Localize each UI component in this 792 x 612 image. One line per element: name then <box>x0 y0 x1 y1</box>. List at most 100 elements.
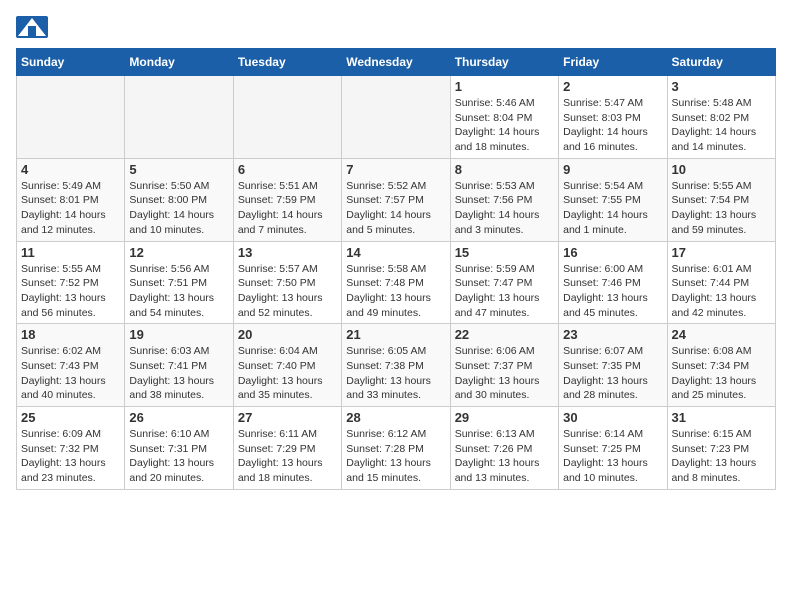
sunset-text: Sunset: 7:35 PM <box>563 359 662 374</box>
day-number: 2 <box>563 79 662 94</box>
daylight-text: Daylight: 13 hours and 54 minutes. <box>129 291 228 320</box>
sunset-text: Sunset: 7:26 PM <box>455 442 554 457</box>
sunset-text: Sunset: 7:51 PM <box>129 276 228 291</box>
daylight-text: Daylight: 13 hours and 15 minutes. <box>346 456 445 485</box>
calendar-cell: 3Sunrise: 5:48 AMSunset: 8:02 PMDaylight… <box>667 76 775 159</box>
sunrise-text: Sunrise: 6:04 AM <box>238 344 337 359</box>
sunrise-text: Sunrise: 5:47 AM <box>563 96 662 111</box>
daylight-text: Daylight: 13 hours and 25 minutes. <box>672 374 771 403</box>
day-info: Sunrise: 6:11 AMSunset: 7:29 PMDaylight:… <box>238 427 337 486</box>
sunrise-text: Sunrise: 5:55 AM <box>672 179 771 194</box>
calendar-week-row: 18Sunrise: 6:02 AMSunset: 7:43 PMDayligh… <box>17 324 776 407</box>
calendar-cell: 18Sunrise: 6:02 AMSunset: 7:43 PMDayligh… <box>17 324 125 407</box>
day-number: 10 <box>672 162 771 177</box>
calendar-cell: 21Sunrise: 6:05 AMSunset: 7:38 PMDayligh… <box>342 324 450 407</box>
sunset-text: Sunset: 7:57 PM <box>346 193 445 208</box>
day-number: 9 <box>563 162 662 177</box>
calendar-cell: 5Sunrise: 5:50 AMSunset: 8:00 PMDaylight… <box>125 158 233 241</box>
day-header-friday: Friday <box>559 49 667 76</box>
day-number: 23 <box>563 327 662 342</box>
day-info: Sunrise: 5:53 AMSunset: 7:56 PMDaylight:… <box>455 179 554 238</box>
day-number: 7 <box>346 162 445 177</box>
calendar-cell: 4Sunrise: 5:49 AMSunset: 8:01 PMDaylight… <box>17 158 125 241</box>
daylight-text: Daylight: 13 hours and 23 minutes. <box>21 456 120 485</box>
daylight-text: Daylight: 13 hours and 8 minutes. <box>672 456 771 485</box>
sunset-text: Sunset: 7:44 PM <box>672 276 771 291</box>
day-number: 24 <box>672 327 771 342</box>
sunrise-text: Sunrise: 6:15 AM <box>672 427 771 442</box>
day-number: 4 <box>21 162 120 177</box>
sunrise-text: Sunrise: 6:13 AM <box>455 427 554 442</box>
day-number: 29 <box>455 410 554 425</box>
day-header-wednesday: Wednesday <box>342 49 450 76</box>
sunset-text: Sunset: 7:56 PM <box>455 193 554 208</box>
sunrise-text: Sunrise: 6:14 AM <box>563 427 662 442</box>
sunset-text: Sunset: 7:32 PM <box>21 442 120 457</box>
sunset-text: Sunset: 7:47 PM <box>455 276 554 291</box>
sunset-text: Sunset: 8:02 PM <box>672 111 771 126</box>
daylight-text: Daylight: 13 hours and 42 minutes. <box>672 291 771 320</box>
calendar-cell: 28 Sunrise: 6:12 AMSunset: 7:28 PMDayligh… <box>342 407 450 490</box>
sunset-text: Sunset: 7:31 PM <box>129 442 228 457</box>
day-info: Sunrise: 5:46 AMSunset: 8:04 PMDaylight:… <box>455 96 554 155</box>
day-info: Sunrise: 6:12 AMSunset: 7:28 PMDaylight:… <box>346 427 445 486</box>
day-header-tuesday: Tuesday <box>233 49 341 76</box>
day-info: Sunrise: 5:55 AMSunset: 7:54 PMDaylight:… <box>672 179 771 238</box>
calendar-week-row: 11Sunrise: 5:55 AMSunset: 7:52 PMDayligh… <box>17 241 776 324</box>
sunset-text: Sunset: 7:55 PM <box>563 193 662 208</box>
sunrise-text: Sunrise: 6:08 AM <box>672 344 771 359</box>
day-number: 30 <box>563 410 662 425</box>
day-info: Sunrise: 6:09 AMSunset: 7:32 PMDaylight:… <box>21 427 120 486</box>
calendar-cell: 29Sunrise: 6:13 AMSunset: 7:26 PMDayligh… <box>450 407 558 490</box>
day-number: 16 <box>563 245 662 260</box>
daylight-text: Daylight: 14 hours and 7 minutes. <box>238 208 337 237</box>
sunset-text: Sunset: 7:23 PM <box>672 442 771 457</box>
day-number: 6 <box>238 162 337 177</box>
day-header-monday: Monday <box>125 49 233 76</box>
daylight-text: Daylight: 13 hours and 45 minutes. <box>563 291 662 320</box>
calendar-cell: 30 Sunrise: 6:14 AMSunset: 7:25 PMDayligh… <box>559 407 667 490</box>
logo <box>16 16 52 38</box>
sunrise-text: Sunrise: 5:58 AM <box>346 262 445 277</box>
daylight-text: Daylight: 13 hours and 18 minutes. <box>238 456 337 485</box>
day-info: Sunrise: 6:10 AMSunset: 7:31 PMDaylight:… <box>129 427 228 486</box>
daylight-text: Daylight: 13 hours and 59 minutes. <box>672 208 771 237</box>
calendar-cell <box>342 76 450 159</box>
day-info: Sunrise: 6:06 AMSunset: 7:37 PMDaylight:… <box>455 344 554 403</box>
calendar-week-row: 25Sunrise: 6:09 AMSunset: 7:32 PMDayligh… <box>17 407 776 490</box>
calendar-cell: 11Sunrise: 5:55 AMSunset: 7:52 PMDayligh… <box>17 241 125 324</box>
header <box>16 16 776 38</box>
day-number: 5 <box>129 162 228 177</box>
day-info: Sunrise: 5:54 AMSunset: 7:55 PMDaylight:… <box>563 179 662 238</box>
daylight-text: Daylight: 14 hours and 10 minutes. <box>129 208 228 237</box>
sunrise-text: Sunrise: 5:59 AM <box>455 262 554 277</box>
calendar-cell: 22Sunrise: 6:06 AMSunset: 7:37 PMDayligh… <box>450 324 558 407</box>
day-info: Sunrise: 5:52 AMSunset: 7:57 PMDaylight:… <box>346 179 445 238</box>
sunrise-text: Sunrise: 6:02 AM <box>21 344 120 359</box>
day-number: 26 <box>129 410 228 425</box>
sunset-text: Sunset: 7:37 PM <box>455 359 554 374</box>
sunset-text: Sunset: 7:52 PM <box>21 276 120 291</box>
day-info: Sunrise: 5:51 AMSunset: 7:59 PMDaylight:… <box>238 179 337 238</box>
sunrise-text: Sunrise: 6:12 AM <box>346 427 445 442</box>
day-header-sunday: Sunday <box>17 49 125 76</box>
day-number: 28 <box>346 410 445 425</box>
calendar-cell: 1Sunrise: 5:46 AMSunset: 8:04 PMDaylight… <box>450 76 558 159</box>
daylight-text: Daylight: 13 hours and 40 minutes. <box>21 374 120 403</box>
day-number: 17 <box>672 245 771 260</box>
sunrise-text: Sunrise: 6:03 AM <box>129 344 228 359</box>
sunset-text: Sunset: 7:46 PM <box>563 276 662 291</box>
calendar-cell: 24Sunrise: 6:08 AMSunset: 7:34 PMDayligh… <box>667 324 775 407</box>
calendar-cell: 7 Sunrise: 5:52 AMSunset: 7:57 PMDaylight… <box>342 158 450 241</box>
day-info: Sunrise: 6:14 AMSunset: 7:25 PMDaylight:… <box>563 427 662 486</box>
daylight-text: Daylight: 13 hours and 20 minutes. <box>129 456 228 485</box>
day-info: Sunrise: 6:04 AMSunset: 7:40 PMDaylight:… <box>238 344 337 403</box>
daylight-text: Daylight: 14 hours and 16 minutes. <box>563 125 662 154</box>
sunset-text: Sunset: 8:04 PM <box>455 111 554 126</box>
daylight-text: Daylight: 14 hours and 3 minutes. <box>455 208 554 237</box>
sunrise-text: Sunrise: 5:52 AM <box>346 179 445 194</box>
calendar-cell: 12Sunrise: 5:56 AMSunset: 7:51 PMDayligh… <box>125 241 233 324</box>
day-number: 31 <box>672 410 771 425</box>
sunset-text: Sunset: 7:38 PM <box>346 359 445 374</box>
calendar-cell: 6 Sunrise: 5:51 AMSunset: 7:59 PMDaylight… <box>233 158 341 241</box>
